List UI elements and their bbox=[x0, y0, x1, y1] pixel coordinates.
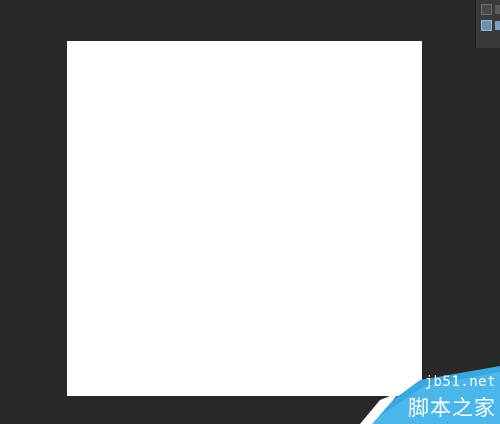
panel-toggle-icon-active[interactable] bbox=[481, 20, 492, 31]
panel-tab-edge-active[interactable] bbox=[495, 21, 500, 30]
panel-tab-edge[interactable] bbox=[495, 5, 500, 14]
site-watermark: jb51.net 脚本之家 bbox=[360, 366, 500, 424]
photoshop-workspace: jb51.net 脚本之家 bbox=[0, 0, 500, 424]
watermark-name: 脚本之家 bbox=[408, 396, 496, 420]
document-canvas[interactable] bbox=[67, 41, 422, 396]
collapsed-panel-strip bbox=[475, 0, 500, 48]
panel-toggle-icon[interactable] bbox=[481, 4, 492, 15]
watermark-url: jb51.net bbox=[424, 374, 496, 390]
